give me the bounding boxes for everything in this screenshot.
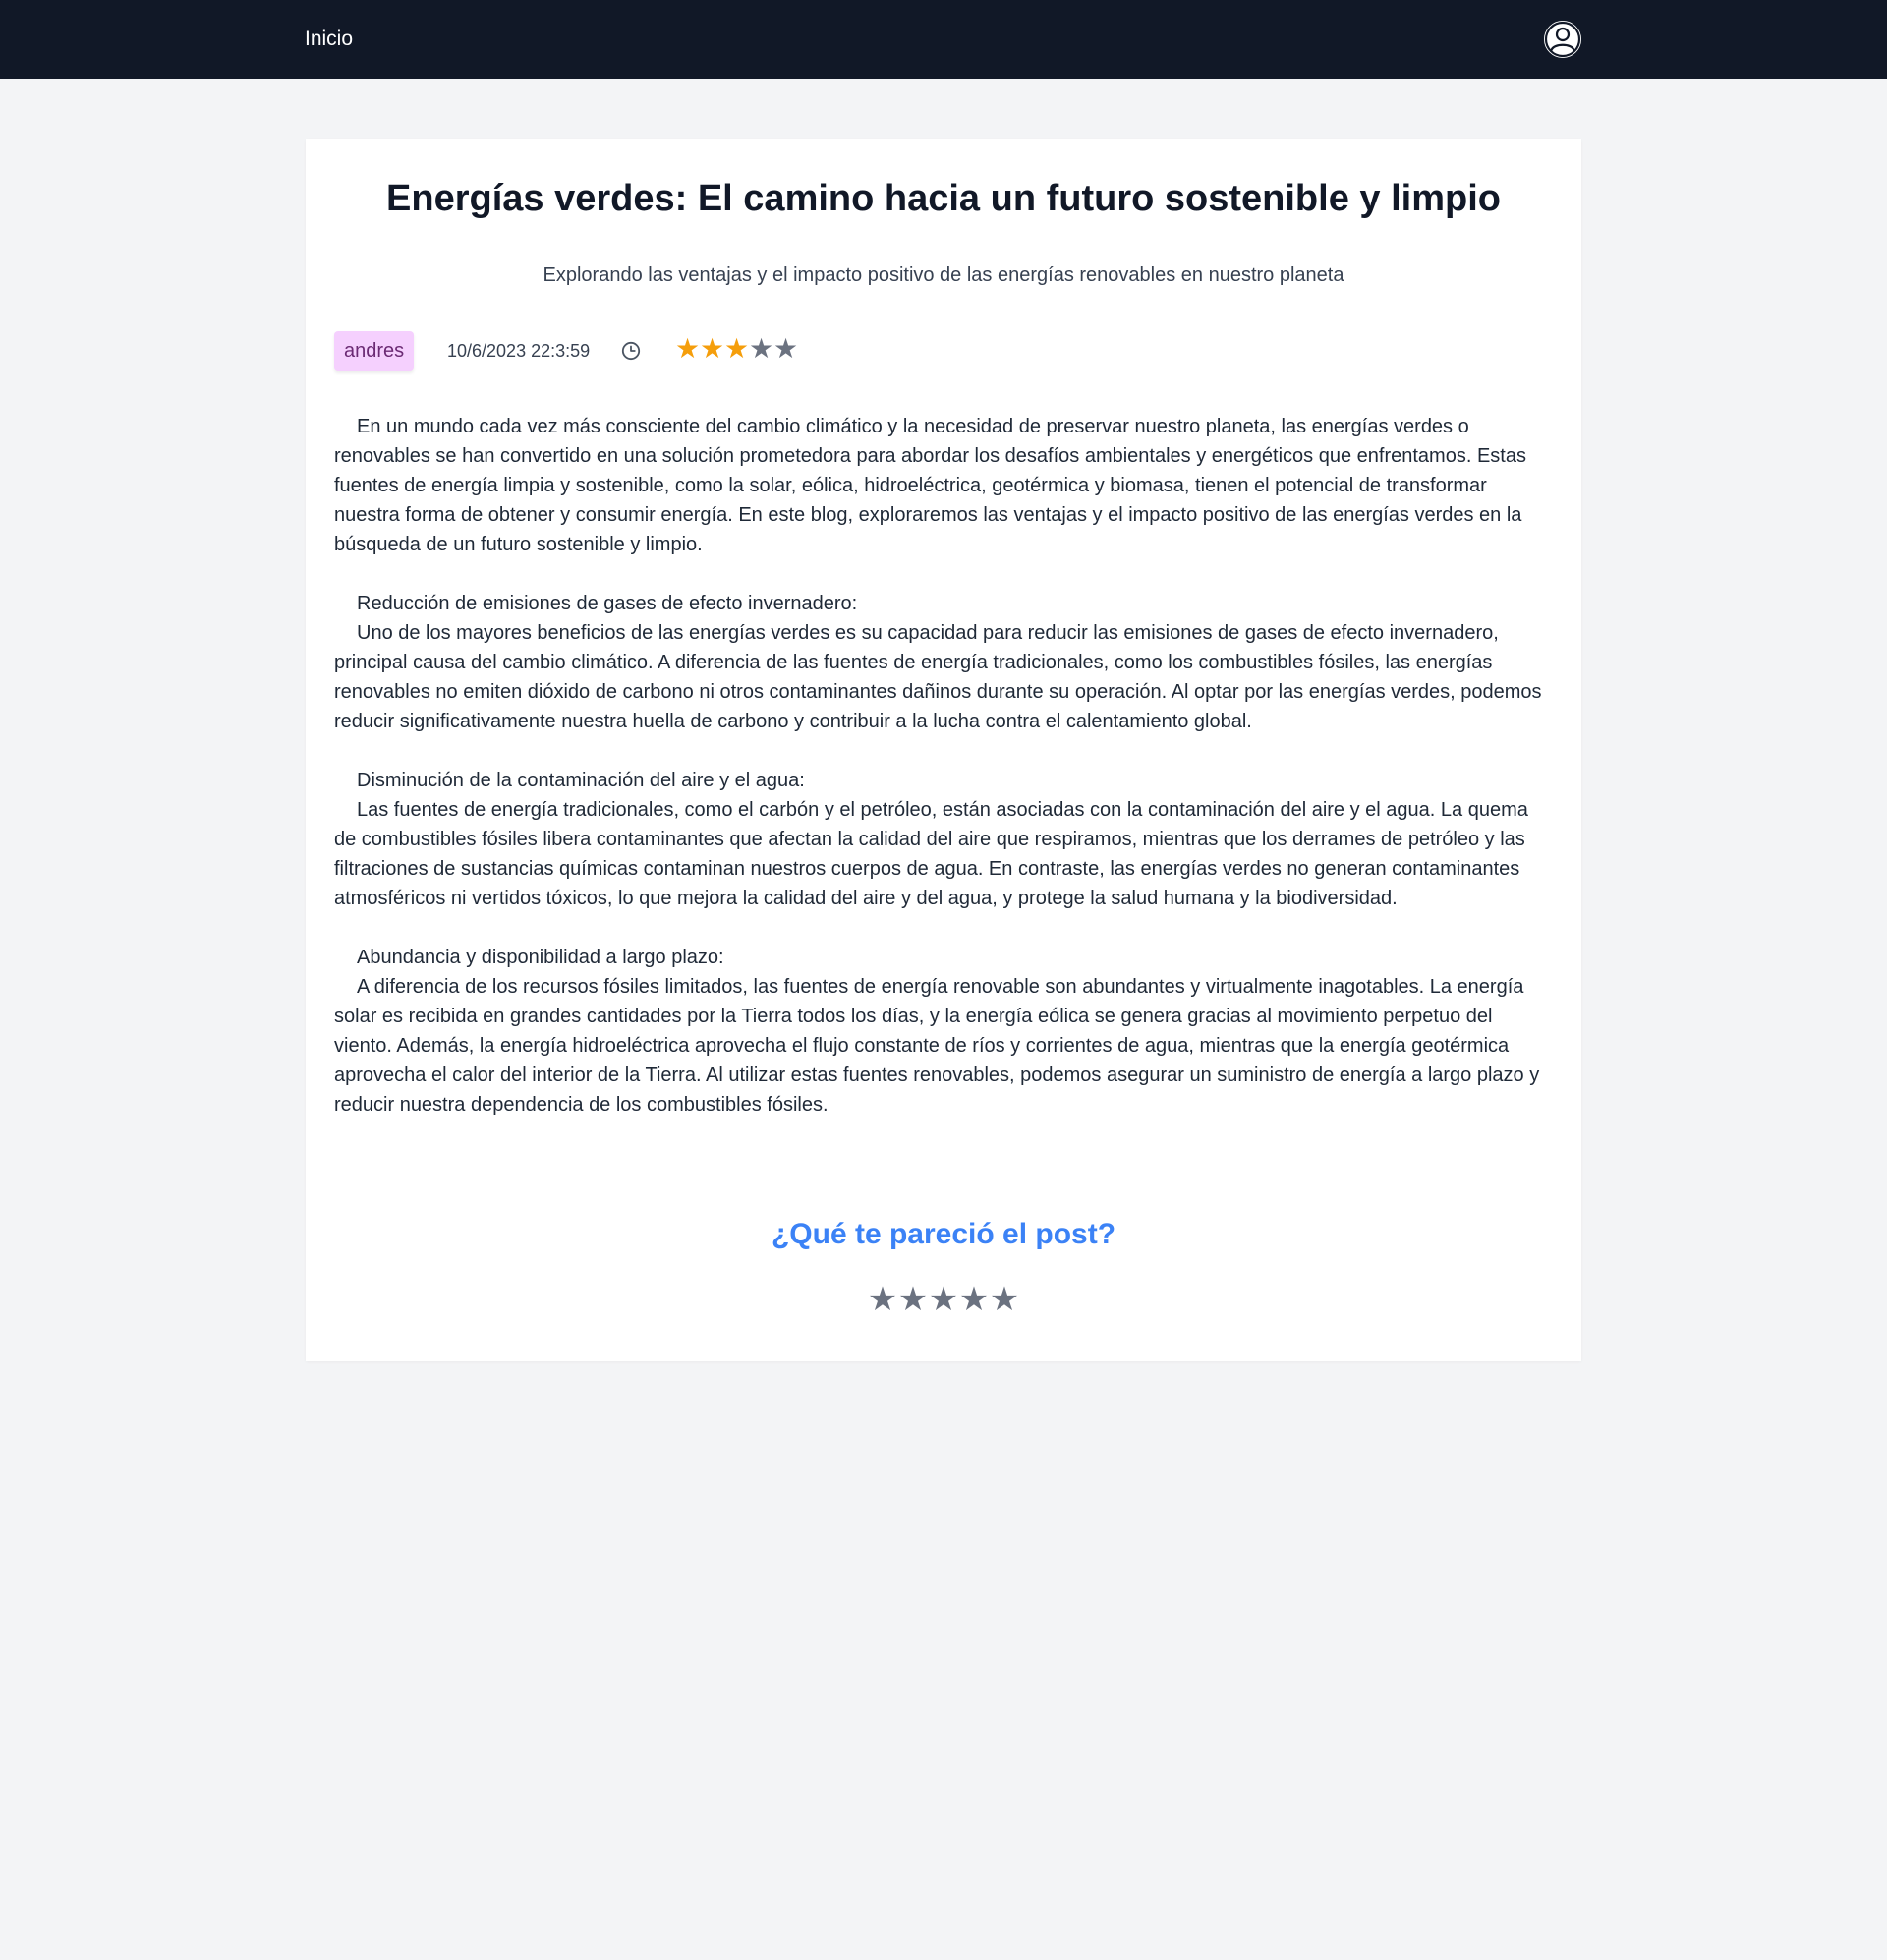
navbar: Inicio [0, 0, 1887, 79]
rate-star-1-icon[interactable]: ★ [868, 1280, 898, 1319]
clock-icon [621, 341, 641, 361]
paragraph-intro: En un mundo cada vez más consciente del … [334, 416, 1526, 555]
rate-star-3-icon[interactable]: ★ [929, 1280, 959, 1319]
post-meta: andres 10/6/2023 22:3:59 ★★★★★ [334, 331, 924, 371]
post-body: En un mundo cada vez más consciente del … [334, 412, 1553, 1120]
post-subtitle: Explorando las ventajas y el impacto pos… [543, 264, 1344, 286]
user-circle-icon[interactable] [1542, 19, 1583, 60]
author-badge[interactable]: andres [334, 331, 415, 371]
rate-star-4-icon[interactable]: ★ [959, 1280, 990, 1319]
feedback-question: ¿Qué te pareció el post? [771, 1218, 1116, 1250]
section-heading-pollution: Disminución de la contaminación del aire… [357, 770, 805, 791]
paragraph-emissions: Uno de los mayores beneficios de las ene… [334, 622, 1542, 732]
nav-home-link[interactable]: Inicio [305, 27, 353, 52]
section-heading-abundance: Abundancia y disponibilidad a largo plaz… [357, 947, 724, 968]
rate-star-5-icon[interactable]: ★ [990, 1280, 1020, 1319]
paragraph-abundance: A diferencia de los recursos fósiles lim… [334, 976, 1540, 1116]
star-icon: ★ [749, 332, 774, 365]
star-icon: ★ [675, 332, 701, 365]
post-date: 10/6/2023 22:3:59 [447, 341, 591, 361]
post-rating: ★★★★★ [675, 334, 798, 364]
post-title: Energías verdes: El camino hacia un futu… [386, 178, 1501, 219]
star-icon: ★ [724, 332, 750, 365]
section-heading-emissions: Reducción de emisiones de gases de efect… [357, 593, 858, 614]
star-icon: ★ [700, 332, 725, 365]
paragraph-pollution: Las fuentes de energía tradicionales, co… [334, 799, 1528, 909]
feedback-rating: ★★★★★ [306, 1280, 1581, 1319]
post-card: Energías verdes: El camino hacia un futu… [306, 139, 1581, 1361]
rate-star-2-icon[interactable]: ★ [898, 1280, 929, 1319]
star-icon: ★ [773, 332, 799, 365]
